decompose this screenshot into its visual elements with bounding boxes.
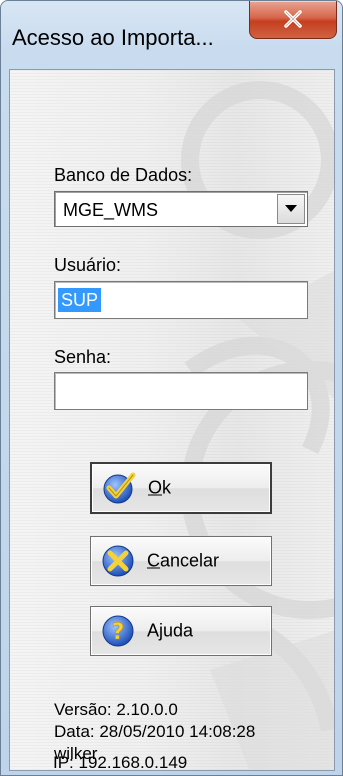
- title-bar[interactable]: Acesso ao Importa...: [1, 1, 342, 69]
- help-button[interactable]: ? Ajuda: [90, 606, 272, 656]
- password-label: Senha:: [54, 347, 112, 367]
- user-input[interactable]: SUP: [54, 281, 308, 319]
- database-select[interactable]: MGE_WMS: [54, 191, 308, 227]
- user-input-value: SUP: [58, 288, 102, 312]
- cancel-button[interactable]: Cancelar: [90, 536, 272, 586]
- login-dialog-window: Acesso ao Importa... Banco de Dados: MGE…: [0, 0, 343, 776]
- window-title: Acesso ao Importa...: [12, 25, 214, 50]
- question-icon: ?: [102, 615, 134, 647]
- version-text: Versão: 2.10.0.0: [54, 700, 178, 719]
- user-label: Usuário:: [54, 255, 122, 275]
- password-input[interactable]: [54, 372, 308, 410]
- ok-button-label: Ok: [148, 477, 172, 498]
- svg-text:?: ?: [112, 620, 125, 645]
- close-icon: [284, 10, 302, 28]
- cancel-x-icon: [102, 545, 134, 577]
- database-label: Banco de Dados:: [54, 165, 193, 185]
- database-select-value: MGE_WMS: [63, 200, 159, 220]
- date-text: Data: 28/05/2010 14:08:28: [54, 722, 256, 741]
- database-dropdown-button[interactable]: [277, 194, 305, 224]
- cancel-button-label: Cancelar: [147, 550, 220, 571]
- ip-text: IP: 192.168.0.149: [53, 753, 188, 772]
- check-icon: [103, 472, 136, 504]
- chevron-down-icon: [285, 205, 297, 212]
- dialog-body: Banco de Dados: MGE_WMS Usuário: SUP Sen…: [9, 69, 335, 771]
- close-button[interactable]: [249, 1, 337, 39]
- help-button-label: Ajuda: [147, 620, 194, 641]
- ok-button[interactable]: Ok: [90, 462, 272, 514]
